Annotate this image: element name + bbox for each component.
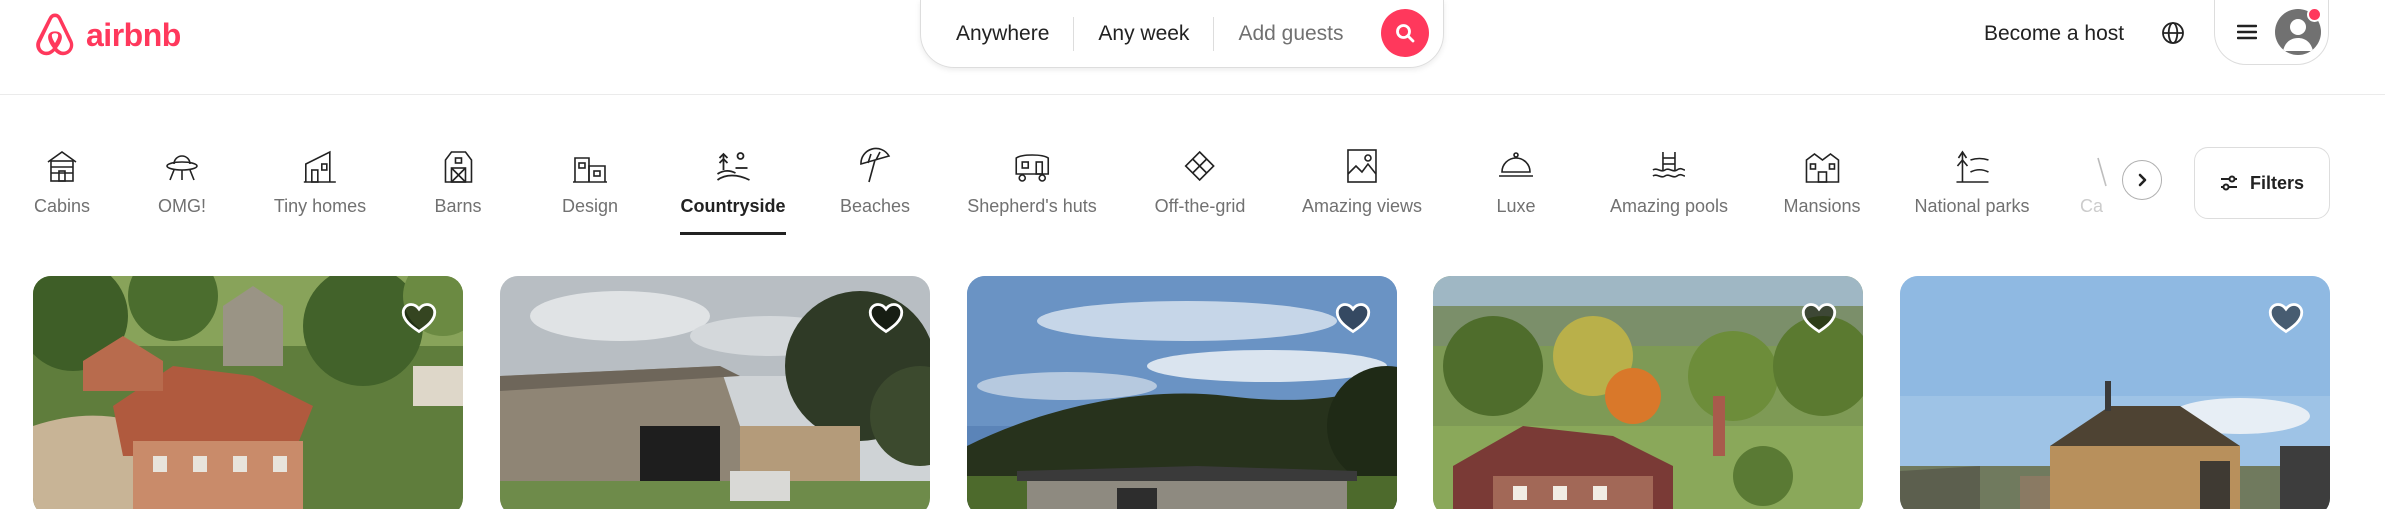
listing-photo (500, 276, 930, 509)
listing-photo (33, 276, 463, 509)
search-guests[interactable]: Add guests (1214, 17, 1367, 51)
wishlist-heart-icon[interactable] (1801, 300, 1837, 336)
category-partial-label: Ca (2080, 196, 2104, 216)
search-location[interactable]: Anywhere (921, 17, 1073, 51)
category-shepherds-huts[interactable]: Shepherd's huts (967, 146, 1097, 217)
design-icon (573, 157, 607, 183)
search-icon (1396, 24, 1415, 43)
view-icon (1347, 149, 1377, 183)
category-label: OMG! (158, 196, 206, 216)
listing-card[interactable] (500, 276, 930, 509)
national-park-icon (1956, 150, 1989, 183)
listing-card[interactable] (1433, 276, 1863, 509)
luxe-icon (1499, 152, 1533, 177)
search-bar[interactable]: Anywhere Any week Add guests (920, 0, 1444, 68)
search-dates[interactable]: Any week (1074, 17, 1213, 51)
category-beaches[interactable]: Beaches (840, 146, 910, 217)
selected-category-underline (680, 232, 786, 235)
category-tiny-homes[interactable]: Tiny homes (274, 146, 366, 217)
category-label: Barns (434, 196, 482, 216)
wishlist-heart-icon[interactable] (2268, 300, 2304, 336)
hamburger-icon (2237, 24, 2257, 40)
category-label: Cabins (33, 196, 91, 216)
filters-button[interactable]: Filters (2194, 147, 2330, 219)
category-label: Countryside (680, 196, 786, 216)
off-grid-icon (1184, 150, 1216, 182)
category-off-the-grid[interactable]: Off-the-grid (1154, 146, 1246, 217)
listing-photo (1433, 276, 1863, 509)
category-label: Tiny homes (273, 196, 367, 216)
category-next-button[interactable] (2122, 160, 2162, 200)
shepherds-hut-icon (1015, 154, 1049, 182)
ufo-icon (166, 155, 198, 181)
category-national-parks[interactable]: National parks (1914, 146, 2030, 217)
category-omg[interactable]: OMG! (158, 146, 206, 217)
top-header: airbnb Anywhere Any week Add guests Beco… (0, 0, 2385, 95)
filters-label: Filters (2249, 172, 2305, 193)
category-amazing-views[interactable]: Amazing views (1302, 146, 1422, 217)
category-countryside[interactable]: Countryside (680, 146, 786, 217)
category-label: Luxe (1496, 196, 1536, 216)
globe-icon (2162, 22, 2184, 44)
beach-umbrella-icon (860, 147, 891, 183)
airbnb-logo[interactable]: airbnb (32, 10, 181, 60)
wishlist-heart-icon[interactable] (401, 300, 437, 336)
category-design[interactable]: Design (562, 146, 618, 217)
tiny-home-icon (304, 150, 336, 183)
category-amazing-pools[interactable]: Amazing pools (1610, 146, 1728, 217)
airbnb-logo-icon (36, 13, 74, 56)
wishlist-heart-icon[interactable] (1335, 300, 1371, 336)
barn-icon (444, 151, 472, 183)
category-luxe[interactable]: Luxe (1496, 146, 1536, 217)
category-label: Off-the-grid (1154, 196, 1246, 216)
category-bar: Cabins OMG! Tiny homes Barns Design Coun… (0, 96, 2385, 238)
notification-badge (2307, 7, 2322, 22)
pool-icon (1652, 152, 1686, 178)
become-host-link[interactable]: Become a host (1978, 18, 2130, 50)
listing-card[interactable] (33, 276, 463, 509)
category-label: National parks (1914, 196, 2030, 216)
listing-card[interactable] (967, 276, 1397, 509)
category-label: Beaches (839, 196, 911, 216)
language-button[interactable] (2157, 17, 2189, 49)
category-label: Amazing views (1301, 196, 1423, 216)
mansion-icon (1805, 153, 1839, 183)
category-barns[interactable]: Barns (434, 146, 482, 217)
wishlist-heart-icon[interactable] (868, 300, 904, 336)
search-button[interactable] (1381, 9, 1429, 57)
listing-photo (967, 276, 1397, 509)
sliders-icon (2220, 175, 2237, 191)
category-mansions[interactable]: Mansions (1783, 146, 1861, 217)
category-label: Amazing pools (1609, 196, 1729, 216)
cabin-icon (47, 151, 77, 182)
category-label: Shepherd's huts (967, 196, 1097, 216)
category-label: Mansions (1783, 196, 1861, 216)
category-cabins[interactable]: Cabins (34, 146, 90, 217)
brand-name: airbnb (86, 16, 181, 53)
category-label: Design (561, 196, 619, 216)
listing-photo (1900, 276, 2330, 509)
chevron-right-icon (2138, 173, 2147, 187)
listing-card[interactable] (1900, 276, 2330, 509)
countryside-icon (716, 152, 750, 181)
